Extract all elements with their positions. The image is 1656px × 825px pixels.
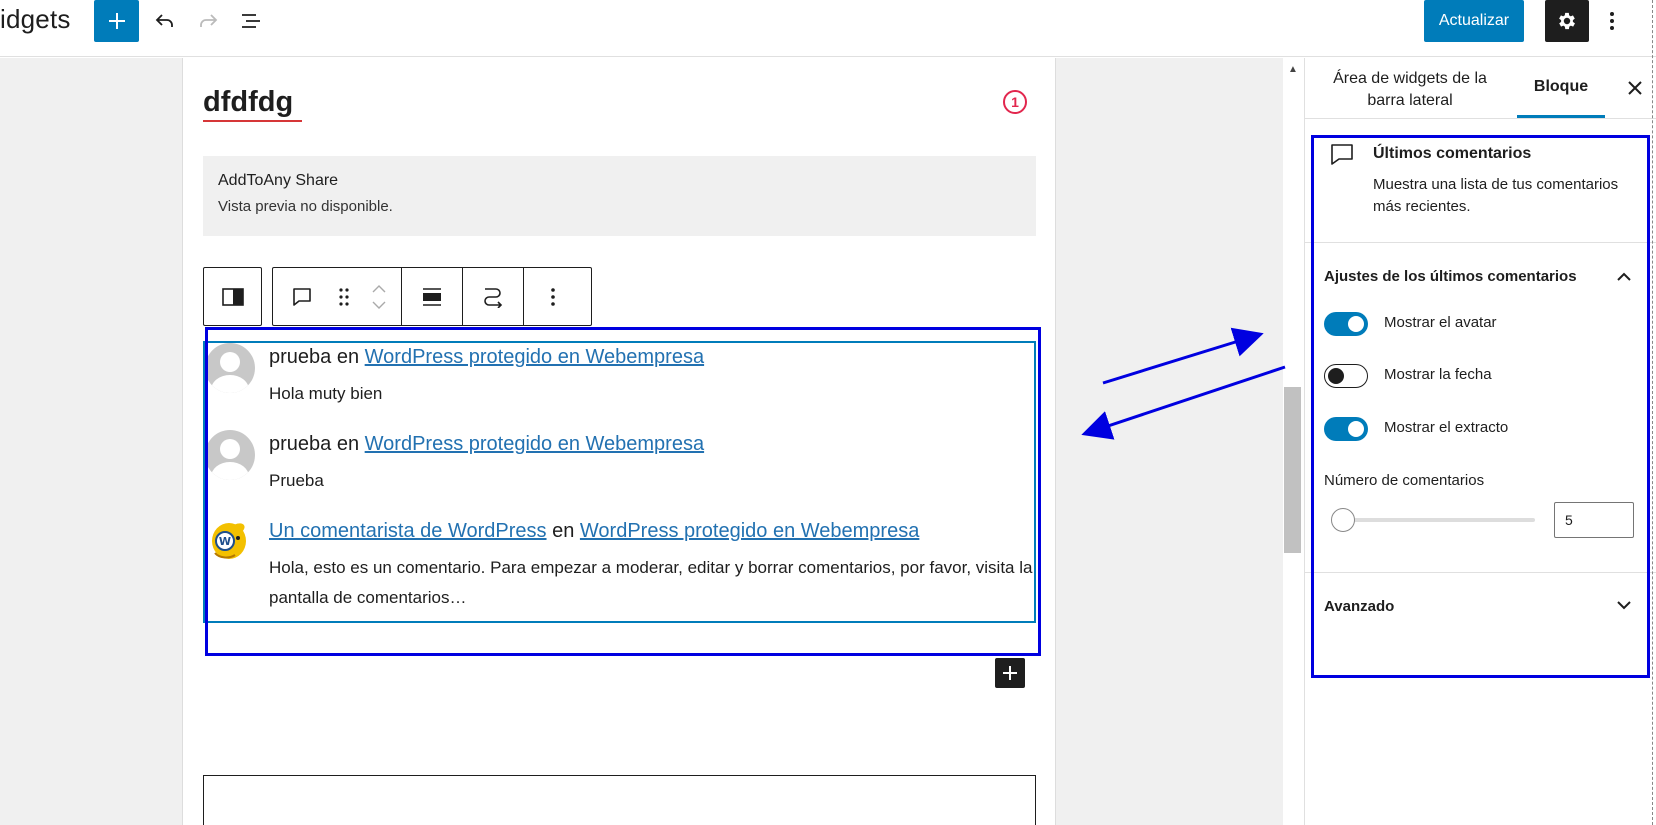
tabs-divider	[1305, 118, 1656, 119]
redo-button[interactable]	[191, 4, 225, 38]
add-block-button[interactable]	[94, 0, 139, 42]
chevron-down-icon[interactable]	[371, 300, 387, 310]
drag-handle[interactable]	[331, 268, 357, 325]
share-block-title: AddToAny Share	[218, 172, 339, 189]
addtoany-share-block[interactable]: AddToAny Share Vista previa no disponibl…	[203, 156, 1036, 236]
close-sidebar-button[interactable]	[1623, 76, 1647, 100]
undo-icon	[155, 14, 173, 27]
update-button[interactable]: Actualizar	[1424, 0, 1524, 42]
share-block-subtitle: Vista previa no disponible.	[218, 198, 393, 215]
error-badge: 1	[1003, 90, 1027, 114]
block-options-button[interactable]	[524, 268, 582, 325]
next-block[interactable]	[203, 775, 1036, 825]
chevron-up-icon[interactable]	[371, 284, 387, 294]
plus-icon	[108, 13, 125, 29]
scroll-up-arrow[interactable]: ▲	[1288, 64, 1298, 75]
parent-selector-group	[203, 267, 262, 326]
more-options-button[interactable]	[1598, 4, 1626, 38]
widget-area-title[interactable]: dfdfdg	[203, 86, 293, 119]
spellcheck-underline	[203, 120, 302, 122]
tab-block[interactable]: Bloque	[1517, 58, 1605, 118]
close-icon	[1628, 81, 1642, 95]
list-view-icon	[242, 14, 260, 28]
redo-icon	[200, 14, 218, 27]
list-view-button[interactable]	[234, 4, 268, 38]
select-parent-button[interactable]	[204, 268, 261, 325]
settings-button[interactable]	[1545, 0, 1589, 42]
widget-area-icon	[221, 287, 244, 306]
transform-icon	[484, 287, 503, 308]
page-title: idgets	[0, 4, 71, 34]
block-type-button[interactable]	[273, 268, 331, 325]
plus-icon	[1003, 666, 1017, 680]
transform-button[interactable]	[463, 268, 523, 325]
annotation-highlight-sidebar	[1311, 135, 1650, 678]
gear-icon	[1559, 12, 1575, 30]
align-button[interactable]	[402, 268, 462, 325]
widgets-editor-screen: idgets Actualizar dfdfdg 1 AddToAny Shar…	[0, 0, 1656, 825]
tab-widget-area[interactable]: Área de widgets de la barra lateral	[1325, 68, 1495, 112]
window-edge-guide	[1652, 0, 1653, 825]
more-vertical-icon	[1610, 12, 1614, 30]
block-controls-group	[272, 267, 592, 326]
more-vertical-icon	[551, 287, 555, 306]
editor-header: idgets Actualizar	[0, 0, 1656, 57]
align-none-icon	[423, 287, 441, 306]
comment-icon	[293, 287, 311, 306]
block-inserter-button[interactable]	[995, 658, 1025, 688]
annotation-arrows	[1081, 327, 1286, 440]
drag-handle-icon	[339, 287, 349, 306]
annotation-highlight-block	[205, 327, 1041, 656]
move-buttons[interactable]	[357, 268, 401, 325]
undo-button[interactable]	[148, 4, 182, 38]
